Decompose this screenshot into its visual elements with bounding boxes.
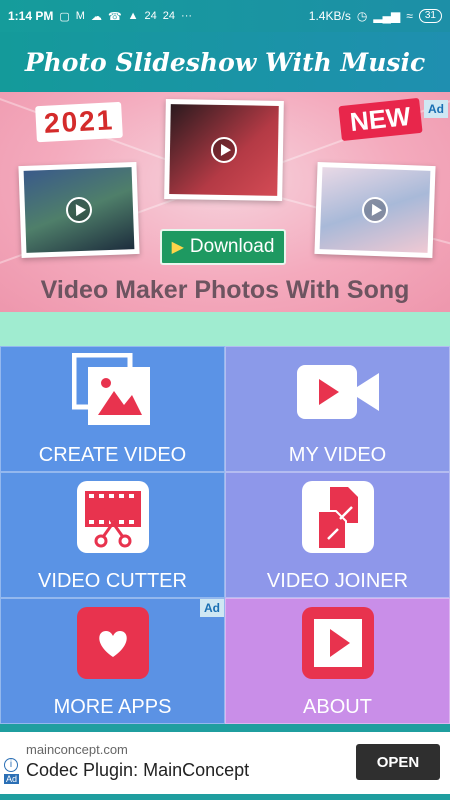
counter-1: 24 [144,10,157,22]
play-icon [210,136,238,164]
file-merge-icon [300,479,376,560]
divider-strip [0,312,450,346]
signal-icon: ▂▄▆ [373,9,401,23]
battery-indicator: 31 [418,9,442,23]
play-box-icon [300,605,376,686]
ad-info-icon[interactable]: i [4,758,18,772]
gmail-icon: M [75,10,85,22]
cloud-icon: ☁ [90,10,102,23]
video-joiner-label: VIDEO JOINER [266,570,409,592]
ad-domain: mainconcept.com [26,742,128,757]
about-button[interactable]: ABOUT [225,598,450,724]
about-label: ABOUT [303,696,372,718]
counter-2: 24 [162,10,176,22]
download-label: Download [189,236,275,257]
drive-icon: ▲ [127,10,139,22]
banner-photo-center [164,98,284,202]
heart-icon [75,605,151,686]
menu-grid: CREATE VIDEO MY VIDEO VIDEO CUTTER VIDEO… [0,346,450,724]
network-speed: 1.4KB/s [308,9,351,23]
banner-photo-left [18,161,140,259]
whatsapp-icon: ☎ [107,10,122,23]
play-store-icon: ▶ [171,239,184,256]
new-tag: NEW [338,97,423,142]
footer-ad[interactable]: i Ad mainconcept.com Codec Plugin: MainC… [0,732,450,794]
more-notifications: ··· [181,10,193,22]
play-icon [65,196,93,224]
my-video-button[interactable]: MY VIDEO [225,346,450,472]
video-joiner-button[interactable]: VIDEO JOINER [225,472,450,598]
my-video-label: MY VIDEO [288,444,387,466]
status-time: 1:14 PM [8,9,54,23]
video-cutter-button[interactable]: VIDEO CUTTER [0,472,225,598]
create-video-label: CREATE VIDEO [38,444,187,466]
year-tag: 2021 [35,101,124,143]
ad-badge: Ad [424,100,448,118]
status-bar: 1:14 PM ▢ M ☁ ☎ ▲ 24 24 ··· 1.4KB/s ◷ ▂▄… [0,0,450,32]
more-apps-button[interactable]: Ad MORE APPS [0,598,225,724]
video-cutter-label: VIDEO CUTTER [38,570,187,592]
alarm-icon: ◷ [356,9,368,23]
app-title: Photo Slideshow With Music [0,32,450,92]
ad-chip: Ad [4,774,20,784]
play-icon [361,196,389,224]
wifi-icon: ≈ [406,9,413,23]
banner-ad[interactable]: 2021 NEW Ad ▶ Download Video Maker Photo… [0,92,450,312]
open-button[interactable]: OPEN [356,744,440,780]
message-icon: ▢ [59,10,70,23]
gallery-icon [71,352,154,434]
create-video-button[interactable]: CREATE VIDEO [0,346,225,472]
banner-caption: Video Maker Photos With Song [40,276,410,304]
banner-photo-right [314,161,436,259]
bottom-bar [0,794,450,800]
scissors-film-icon [75,479,151,560]
more-apps-label: MORE APPS [53,696,172,718]
ad-title: Codec Plugin: MainConcept [26,760,250,780]
video-camera-icon [295,353,381,434]
more-apps-ad-badge: Ad [200,599,224,617]
download-button[interactable]: ▶ Download [160,229,286,265]
